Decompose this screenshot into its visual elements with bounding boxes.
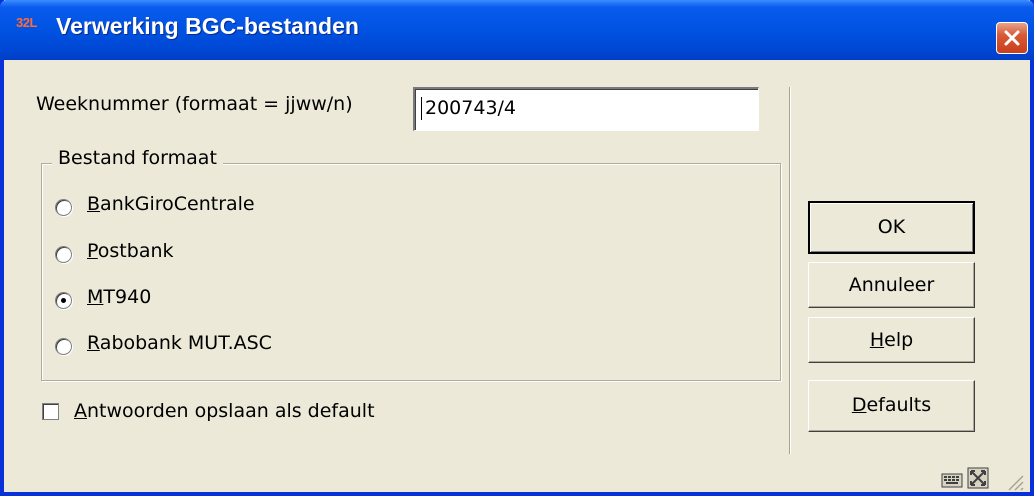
- week-number-input[interactable]: 200743/4: [413, 87, 759, 131]
- app-icon: 32L: [16, 15, 37, 30]
- radio-button[interactable]: [55, 292, 72, 309]
- title-bar[interactable]: 32L Verwerking BGC-bestanden: [0, 0, 1034, 60]
- radio-label: Postbank: [87, 240, 174, 262]
- defaults-button[interactable]: Defaults: [808, 380, 975, 432]
- radio-label: MT940: [87, 286, 152, 308]
- text-caret: [421, 97, 422, 120]
- window-title: Verwerking BGC-bestanden: [56, 13, 359, 39]
- resize-icon[interactable]: [967, 467, 989, 489]
- week-number-label: Weeknummer (formaat = jjww/n): [36, 93, 353, 115]
- save-as-default-checkbox[interactable]: [42, 403, 59, 420]
- help-button[interactable]: Help: [808, 317, 975, 363]
- radio-button[interactable]: [55, 246, 72, 263]
- radio-selected-dot: [61, 298, 66, 303]
- close-button[interactable]: [996, 22, 1028, 54]
- radio-label: BankGiroCentrale: [87, 193, 255, 215]
- radio-button[interactable]: [55, 338, 72, 355]
- radio-label: Rabobank MUT.ASC: [87, 332, 272, 354]
- vertical-separator: [789, 87, 791, 454]
- file-format-legend: Bestand formaat: [52, 147, 223, 169]
- resize-grip-icon[interactable]: [1003, 470, 1025, 492]
- keyboard-icon[interactable]: [941, 469, 963, 489]
- cancel-button[interactable]: Annuleer: [808, 262, 975, 308]
- radio-button[interactable]: [55, 199, 72, 216]
- close-icon: [1004, 30, 1020, 46]
- save-as-default-label[interactable]: Antwoorden opslaan als default: [74, 400, 375, 422]
- ok-button[interactable]: OK: [808, 201, 975, 254]
